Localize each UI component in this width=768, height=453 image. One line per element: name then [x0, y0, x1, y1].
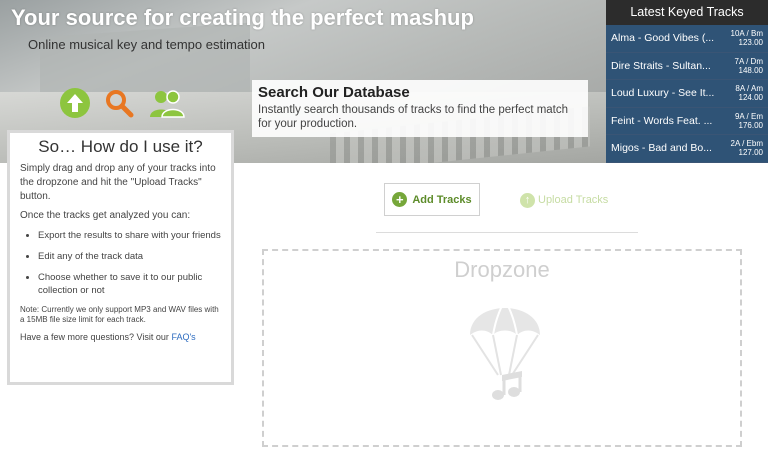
how-to-panel: So… How do I use it? Simply drag and dro… [7, 130, 234, 385]
track-item[interactable]: Migos - Bad and Bo... 2A / Ebm 127.00 [606, 135, 768, 163]
how-to-title: So… How do I use it? [38, 137, 203, 156]
search-database-card[interactable]: Search Our Database Instantly search tho… [252, 80, 588, 137]
list-item: Choose whether to save it to our public … [38, 271, 221, 297]
track-key: 8A / Am 124.00 [729, 84, 763, 102]
track-key-value: 9A / Em [734, 111, 763, 121]
hero-subtitle: Online musical key and tempo estimation [28, 37, 266, 52]
track-key: 7A / Dm 148.00 [729, 57, 763, 75]
how-to-intro: Simply drag and drop any of your tracks … [20, 163, 216, 202]
upload-icon[interactable] [60, 88, 90, 118]
parachute-music-icon [470, 299, 540, 400]
users-icon[interactable] [148, 88, 186, 118]
divider [376, 232, 638, 233]
search-card-title: Search Our Database [258, 84, 410, 101]
track-name: Migos - Bad and Bo... [611, 142, 712, 155]
track-bpm: 176.00 [738, 120, 763, 130]
latest-tracks-panel: Latest Keyed Tracks Alma - Good Vibes (.… [606, 0, 768, 163]
how-to-analyzed: Once the tracks get analyzed you can: [20, 210, 191, 221]
track-key-value: 2A / Ebm [730, 139, 763, 149]
track-key-value: 7A / Dm [734, 56, 763, 66]
track-name: Alma - Good Vibes (... [611, 32, 715, 45]
dropzone[interactable]: Dropzone [262, 249, 742, 447]
track-item[interactable]: Feint - Words Feat. ... 9A / Em 176.00 [606, 107, 768, 135]
how-to-list: Export the results to share with your fr… [38, 229, 221, 297]
track-bpm: 123.00 [738, 38, 763, 48]
latest-tracks-title: Latest Keyed Tracks [606, 0, 768, 25]
track-key: 10A / Bm 123.00 [729, 29, 763, 47]
track-bpm: 124.00 [738, 93, 763, 103]
track-name: Feint - Words Feat. ... [611, 114, 713, 127]
plus-icon: + [392, 192, 408, 207]
track-key-value: 8A / Am [735, 84, 763, 94]
upload-arrow-icon: ↑ [520, 192, 535, 208]
upload-tracks-button[interactable]: ↑ Upload Tracks [520, 186, 608, 214]
track-name: Dire Straits - Sultan... [611, 59, 711, 72]
page: Your source for creating the perfect mas… [0, 0, 768, 453]
track-key-value: 10A / Bm [730, 29, 763, 39]
track-item[interactable]: Loud Luxury - See It... 8A / Am 124.00 [606, 80, 768, 108]
faq-link[interactable]: FAQ's [171, 332, 195, 342]
track-name: Loud Luxury - See It... [611, 87, 715, 100]
add-tracks-button[interactable]: + Add Tracks [384, 183, 480, 216]
track-item[interactable]: Dire Straits - Sultan... 7A / Dm 148.00 [606, 52, 768, 80]
track-bpm: 148.00 [738, 65, 763, 75]
list-item: Edit any of the track data [38, 250, 221, 263]
faq-line: Have a few more questions? Visit our FAQ… [20, 332, 221, 342]
track-key: 2A / Ebm 127.00 [729, 139, 763, 157]
dropzone-label: Dropzone [454, 257, 550, 282]
list-item: Export the results to share with your fr… [38, 229, 221, 242]
how-to-note: Note: Currently we only support MP3 and … [20, 305, 219, 324]
search-card-description: Instantly search thousands of tracks to … [258, 104, 569, 130]
track-key: 9A / Em 176.00 [729, 112, 763, 130]
hero-title: Your source for creating the perfect mas… [11, 5, 474, 30]
search-icon[interactable] [104, 88, 134, 118]
upload-tracks-label: Upload Tracks [538, 194, 609, 206]
track-item[interactable]: Alma - Good Vibes (... 10A / Bm 123.00 [606, 25, 768, 53]
track-bpm: 127.00 [738, 148, 763, 158]
faq-prefix: Have a few more questions? Visit our [20, 332, 169, 342]
add-tracks-label: Add Tracks [412, 193, 472, 206]
